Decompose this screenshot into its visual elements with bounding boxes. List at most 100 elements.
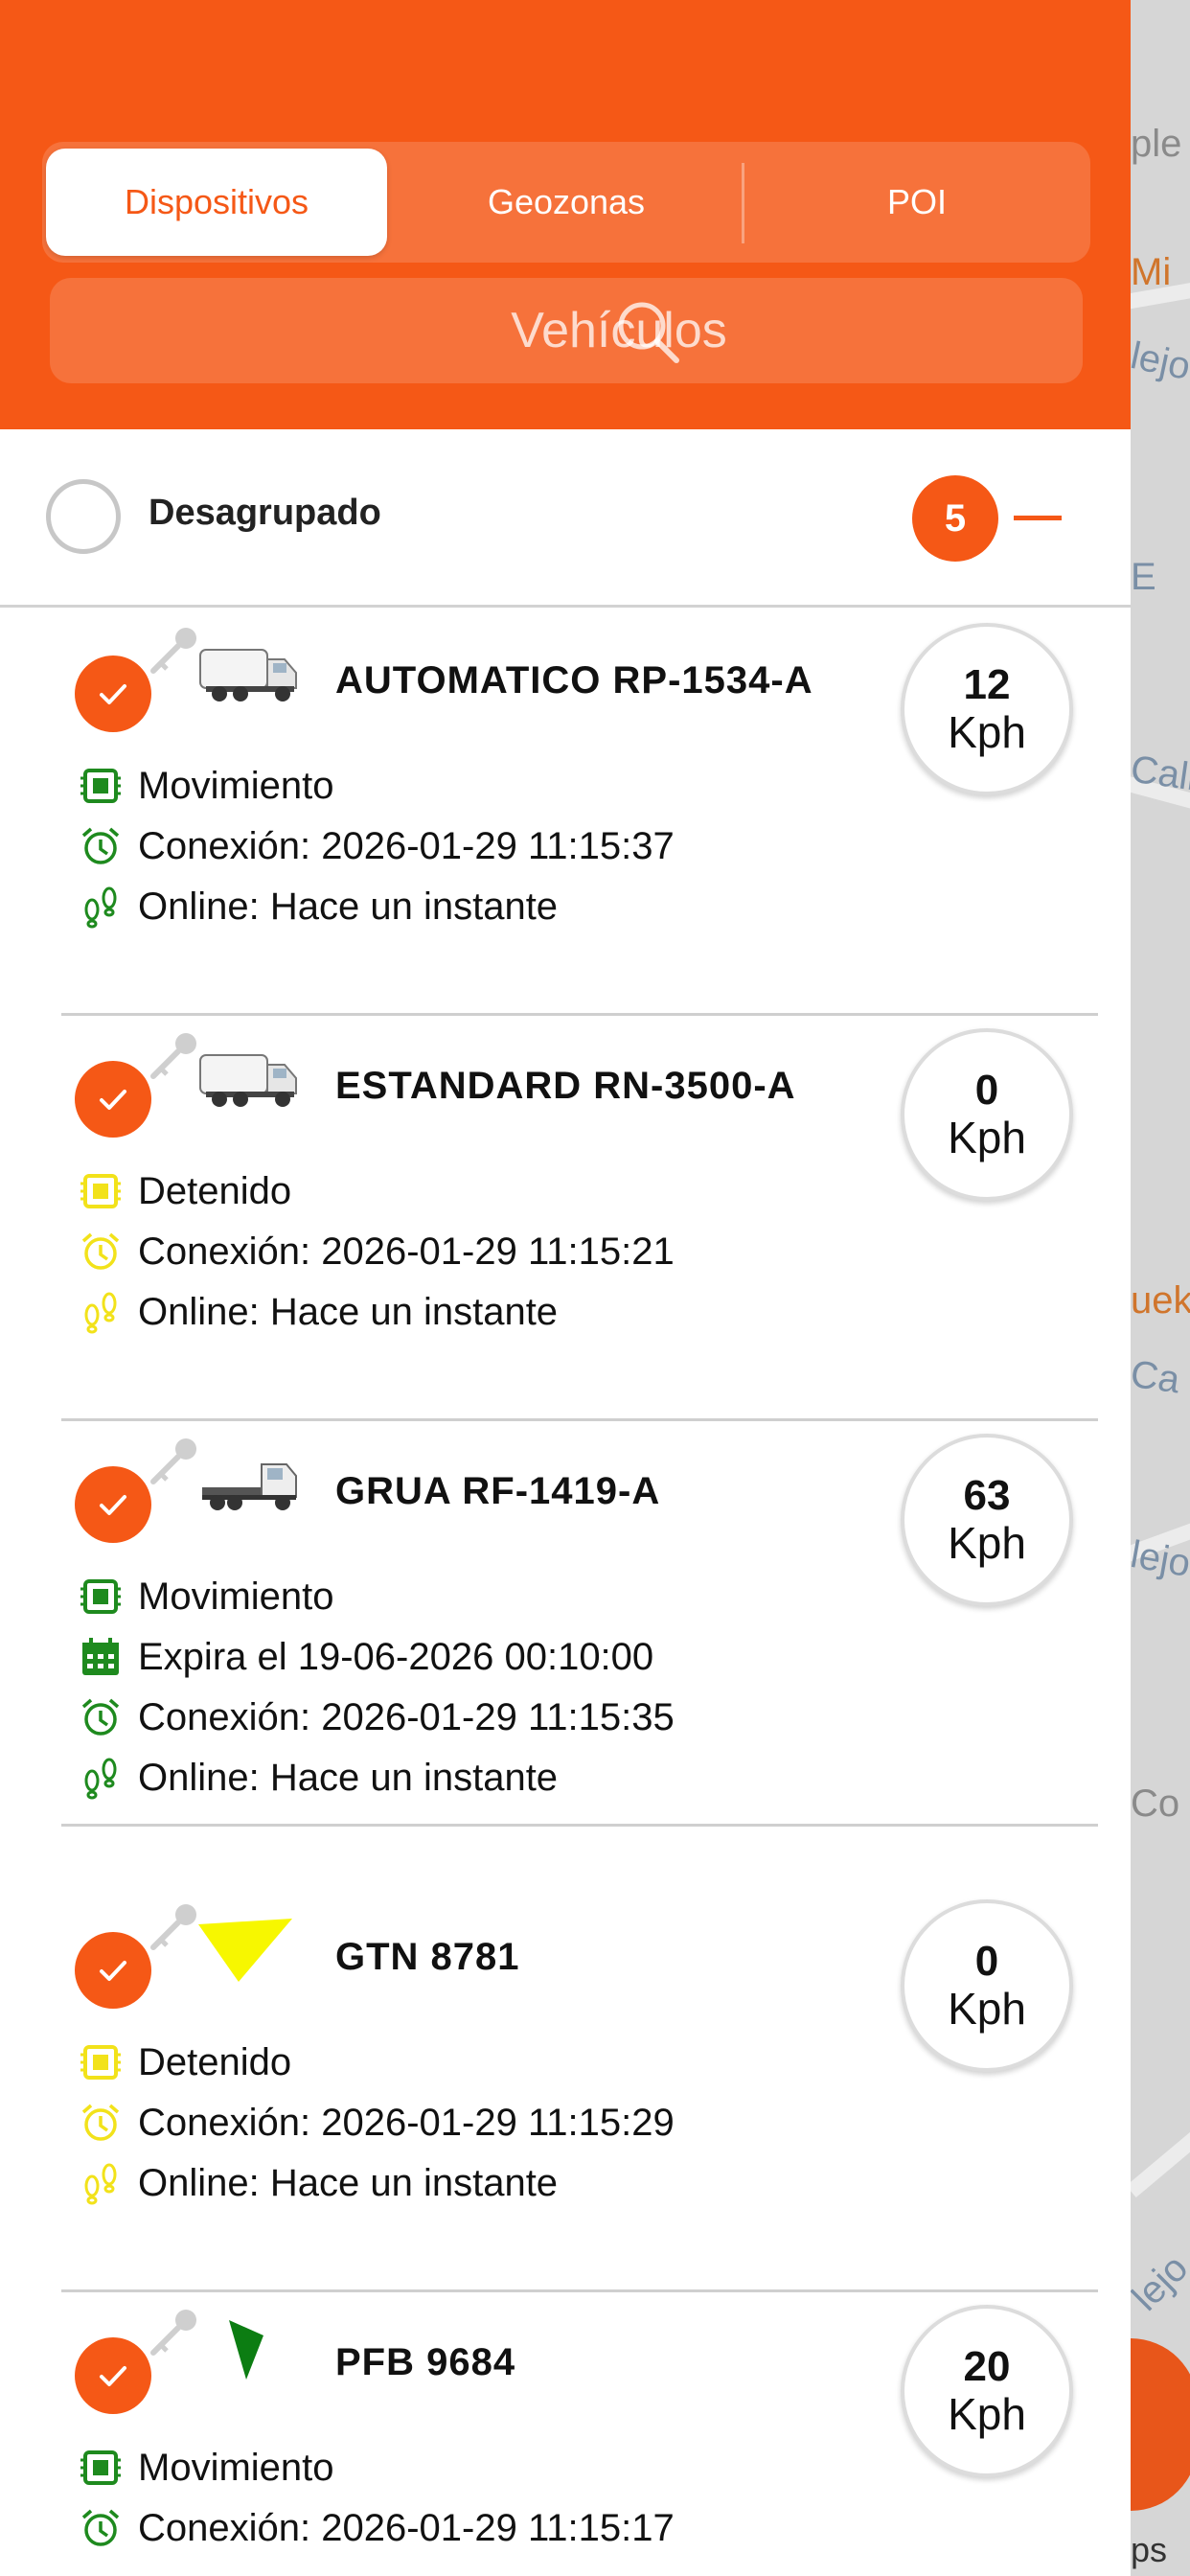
map-label: Ca (1131, 1352, 1183, 1402)
tab-geozonas[interactable]: Geozonas (393, 149, 740, 256)
speed-value: 0 (974, 1937, 999, 1985)
device-name: AUTOMATICO RP-1534-A (335, 659, 813, 702)
device-name: PFB 9684 (335, 2341, 516, 2383)
speed-unit: Kph (948, 1983, 1026, 2034)
map-label: lejo (1131, 2246, 1190, 2319)
device-card[interactable]: GTN 8781 0 Kph Detenido Conexión: 2026-0… (0, 1890, 1131, 2292)
check-icon (100, 684, 126, 704)
check-icon (100, 1961, 126, 1981)
speed-value: 20 (963, 2342, 1011, 2390)
map-label: Mi (1131, 251, 1172, 293)
group-radio[interactable] (46, 479, 121, 554)
device-name: GTN 8781 (335, 1936, 520, 1978)
device-info-text: Conexión: 2026-01-29 11:15:21 (138, 1230, 675, 1273)
footprints-icon (79, 885, 123, 929)
device-info-text: Conexión: 2026-01-29 11:15:17 (138, 2506, 675, 2549)
device-info-text: Conexión: 2026-01-29 11:15:29 (138, 2101, 675, 2144)
select-checkbox[interactable] (75, 1061, 151, 1138)
key-icon (150, 1904, 196, 1950)
device-info-row: Conexión: 2026-01-29 11:15:17 (79, 2504, 675, 2552)
group-header[interactable]: Desagrupado 5 (0, 429, 1131, 608)
device-info-text: Detenido (138, 2040, 292, 2083)
speed-badge: 20 Kph (901, 2305, 1073, 2477)
key-icon (150, 1438, 196, 1484)
select-checkbox[interactable] (75, 1932, 151, 2009)
map-label: lejo (1131, 334, 1190, 389)
yellow-arrow-icon (196, 1915, 302, 1982)
chip-icon (79, 2446, 123, 2490)
map-label: ple (1131, 123, 1182, 165)
map-label: E (1131, 556, 1156, 598)
collapse-icon[interactable] (1014, 516, 1062, 520)
segment-divider (742, 163, 744, 243)
footprints-icon (79, 1290, 123, 1334)
select-checkbox[interactable] (75, 1466, 151, 1543)
group-label: Desagrupado (149, 493, 381, 533)
key-icon (150, 628, 196, 674)
footprints-icon (79, 2161, 123, 2205)
device-info-text: Online: Hace un instante (138, 2161, 559, 2204)
device-info-row: Detenido (79, 2038, 291, 2086)
map-fab-button[interactable] (1131, 2338, 1190, 2511)
device-info-row: Detenido (79, 1167, 291, 1215)
map-label: ps (1131, 2530, 1168, 2569)
device-info-row: Online: Hace un instante (79, 2159, 558, 2207)
key-icon (150, 2310, 196, 2356)
device-info-row: Movimiento (79, 762, 334, 810)
map-label: lejo (1131, 1532, 1190, 1586)
device-info-text: Online: Hace un instante (138, 1756, 559, 1799)
header: Dispositivos Geozonas POI Vehículos (0, 0, 1131, 429)
alarm-clock-icon (79, 1230, 123, 1274)
device-card[interactable]: ESTANDARD RN-3500-A 0 Kph Detenido Conex… (0, 1019, 1131, 1421)
speed-badge: 12 Kph (901, 623, 1073, 795)
select-checkbox[interactable] (75, 2337, 151, 2414)
device-card[interactable]: PFB 9684 20 Kph Movimiento Conexión: 202… (0, 2295, 1131, 2576)
segmented-control: Dispositivos Geozonas POI (42, 142, 1090, 263)
alarm-clock-icon (79, 2101, 123, 2145)
map-label: Call (1131, 748, 1190, 799)
alarm-clock-icon (79, 2506, 123, 2550)
garbage-truck-icon (196, 1044, 302, 1111)
device-info-text: Movimiento (138, 2446, 334, 2489)
device-info-row: Conexión: 2026-01-29 11:15:29 (79, 2099, 675, 2147)
card-separator (61, 2289, 1098, 2292)
device-info-text: Online: Hace un instante (138, 885, 559, 928)
speed-unit: Kph (948, 2388, 1026, 2439)
chip-icon (79, 1575, 123, 1619)
device-info-row: Movimiento (79, 2444, 334, 2492)
device-name: GRUA RF-1419-A (335, 1470, 661, 1512)
chip-icon (79, 2040, 123, 2084)
device-info-text: Movimiento (138, 764, 334, 807)
device-info-row: Movimiento (79, 1573, 334, 1621)
map-label: Co (1131, 1782, 1180, 1825)
calendar-icon (79, 1635, 123, 1679)
tab-dispositivos[interactable]: Dispositivos (46, 149, 387, 256)
tab-poi[interactable]: POI (747, 149, 1087, 256)
speed-unit: Kph (948, 1517, 1026, 1568)
device-info-text: Online: Hace un instante (138, 1290, 559, 1333)
alarm-clock-icon (79, 824, 123, 868)
chip-icon (79, 764, 123, 808)
check-icon (100, 1090, 126, 1110)
device-info-text: Conexión: 2026-01-29 11:15:37 (138, 824, 675, 867)
green-arrow-icon (196, 2320, 302, 2387)
card-separator (61, 1824, 1098, 1827)
select-checkbox[interactable] (75, 656, 151, 732)
devices-panel: Dispositivos Geozonas POI Vehículos Desa… (0, 0, 1131, 2576)
map-background[interactable]: ple Mi lejo E Call uek Ca lejo Co lejo p… (1131, 0, 1190, 2576)
speed-badge: 0 Kph (901, 1899, 1073, 2072)
check-icon (100, 2366, 126, 2386)
device-info-text: Expira el 19-06-2026 00:10:00 (138, 1635, 654, 1678)
device-info-row: Online: Hace un instante (79, 1754, 558, 1802)
alarm-clock-icon (79, 1695, 123, 1739)
device-card[interactable]: AUTOMATICO RP-1534-A 12 Kph Movimiento C… (0, 613, 1131, 1016)
device-info-text: Movimiento (138, 1575, 334, 1618)
speed-value: 12 (963, 660, 1011, 708)
device-info-row: Online: Hace un instante (79, 883, 558, 931)
device-info-text: Conexión: 2026-01-29 11:15:35 (138, 1695, 675, 1738)
device-card[interactable]: GRUA RF-1419-A 63 Kph Movimiento Expira … (0, 1424, 1131, 1827)
device-info-row: Online: Hace un instante (79, 1288, 558, 1336)
footprints-icon (79, 1756, 123, 1800)
search-input[interactable]: Vehículos (50, 278, 1083, 383)
device-info-row: Conexión: 2026-01-29 11:15:21 (79, 1228, 675, 1276)
